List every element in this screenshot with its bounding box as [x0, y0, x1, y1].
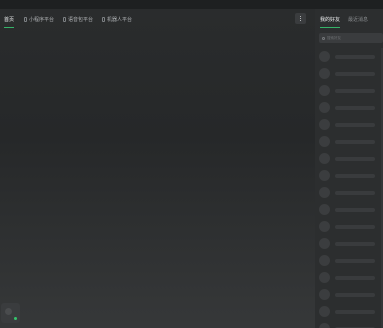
sidebar-tabs: 我的好友 最近消息 [320, 9, 368, 29]
name-placeholder [335, 122, 375, 127]
name-placeholder [335, 173, 375, 178]
list-item[interactable] [319, 201, 383, 218]
avatar [319, 102, 330, 113]
main-content-area [0, 9, 315, 328]
name-placeholder [335, 275, 375, 280]
list-item[interactable] [319, 133, 383, 150]
list-item[interactable] [319, 167, 383, 184]
name-placeholder [335, 292, 375, 297]
online-status-icon [14, 317, 17, 320]
nav-robot-platform[interactable]: 机器人平台 [102, 9, 132, 29]
avatar [319, 255, 330, 266]
name-placeholder [335, 71, 375, 76]
avatar [319, 323, 330, 328]
list-item[interactable] [319, 303, 383, 320]
voice-pack-icon [63, 16, 67, 22]
tab-recent-messages-label: 最近消息 [348, 16, 369, 23]
user-profile-button[interactable] [1, 303, 20, 323]
mini-program-icon [24, 16, 28, 22]
name-placeholder [335, 309, 375, 314]
list-item[interactable] [319, 48, 383, 65]
name-placeholder [335, 156, 375, 161]
list-item[interactable] [319, 184, 383, 201]
avatar [319, 289, 330, 300]
search-icon [322, 36, 325, 40]
avatar [319, 272, 330, 283]
name-placeholder [335, 54, 375, 59]
name-placeholder [335, 224, 375, 229]
friend-search-box [319, 33, 383, 43]
list-item[interactable] [319, 235, 383, 252]
name-placeholder [335, 190, 375, 195]
nav-mini-program-label: 小程序平台 [29, 16, 55, 23]
nav-voice-pack-platform[interactable]: 语音包平台 [63, 9, 93, 29]
list-item[interactable] [319, 269, 383, 286]
name-placeholder [335, 241, 375, 246]
avatar [319, 153, 330, 164]
tab-recent-messages[interactable]: 最近消息 [348, 9, 368, 29]
top-strip [0, 0, 383, 9]
robot-icon [102, 16, 106, 22]
avatar [319, 221, 330, 232]
name-placeholder [335, 139, 375, 144]
name-placeholder [335, 258, 375, 263]
nav-mini-program-platform[interactable]: 小程序平台 [24, 9, 54, 29]
avatar [319, 204, 330, 215]
nav-home-label: 首页 [4, 16, 15, 23]
avatar [319, 85, 330, 96]
nav-home[interactable]: 首页 [4, 9, 15, 29]
more-vertical-icon [300, 16, 301, 21]
name-placeholder [335, 207, 375, 212]
avatar [319, 187, 330, 198]
name-placeholder [335, 88, 375, 93]
list-item[interactable] [319, 218, 383, 235]
top-navigation: 首页 小程序平台 语音包平台 机器人平台 [0, 9, 315, 29]
nav-robot-label: 机器人平台 [107, 16, 133, 23]
list-item[interactable] [319, 252, 383, 269]
tab-my-friends-label: 我的好友 [320, 16, 341, 23]
list-item[interactable] [319, 99, 383, 116]
avatar [319, 136, 330, 147]
list-item[interactable] [319, 320, 383, 328]
list-item[interactable] [319, 82, 383, 99]
avatar [319, 170, 330, 181]
list-item[interactable] [319, 65, 383, 82]
user-avatar-icon [5, 308, 12, 315]
nav-voice-pack-label: 语音包平台 [68, 16, 94, 23]
avatar [319, 306, 330, 317]
list-item[interactable] [319, 116, 383, 133]
avatar [319, 238, 330, 249]
list-item[interactable] [319, 150, 383, 167]
more-menu-button[interactable] [295, 13, 306, 24]
avatar [319, 68, 330, 79]
name-placeholder [335, 105, 375, 110]
tab-my-friends[interactable]: 我的好友 [320, 9, 341, 29]
avatar [319, 51, 330, 62]
avatar [319, 119, 330, 130]
list-item[interactable] [319, 286, 383, 303]
friend-search-input[interactable] [327, 34, 377, 42]
friend-list [319, 48, 383, 328]
